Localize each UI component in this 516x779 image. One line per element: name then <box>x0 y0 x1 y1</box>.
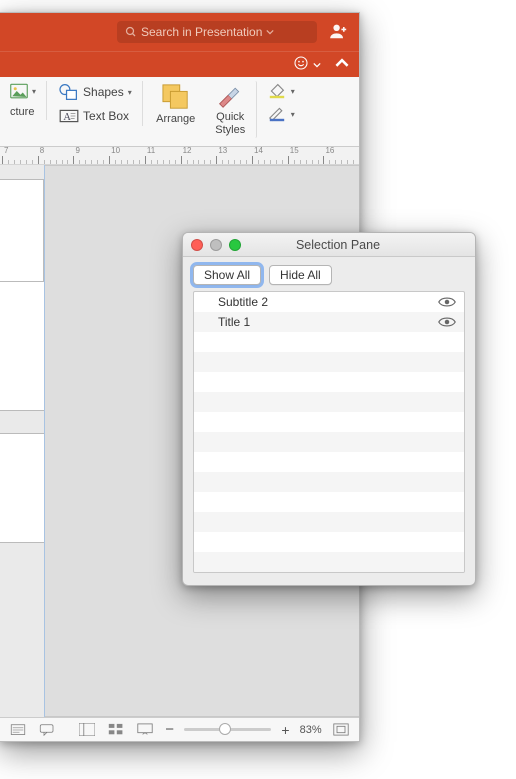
textbox-label: Text Box <box>83 109 129 123</box>
shape-outline-button[interactable]: ▾ <box>263 104 299 124</box>
sorter-view-button[interactable] <box>106 722 125 738</box>
list-item[interactable]: Subtitle 2 <box>194 292 464 312</box>
panel-title: Selection Pane <box>249 238 467 252</box>
list-item-empty <box>194 412 464 432</box>
ribbon-group-shapes: Shapes ▾ A Text Box <box>55 81 143 126</box>
visibility-toggle[interactable] <box>438 316 456 328</box>
chevron-down-icon: ▾ <box>32 87 36 96</box>
shapes-icon <box>59 83 79 101</box>
chevron-down-icon: ▾ <box>128 88 132 97</box>
chevron-down-icon: ▾ <box>291 87 295 96</box>
chevron-down-icon: ▾ <box>291 110 295 119</box>
quick-styles-button[interactable]: Quick Styles <box>207 81 257 138</box>
panel-toolbar: Show All Hide All <box>183 257 475 291</box>
list-item-empty <box>194 452 464 472</box>
picture-label: cture <box>10 106 34 118</box>
ribbon-group-format: ▾ ▾ <box>263 81 299 124</box>
list-item-empty <box>194 372 464 392</box>
shape-fill-button[interactable]: ▾ <box>263 81 299 101</box>
selection-pane-window: Selection Pane Show All Hide All Subtitl… <box>182 232 476 586</box>
normal-view-icon <box>79 723 95 736</box>
list-item-empty <box>194 492 464 512</box>
close-icon[interactable] <box>191 239 203 251</box>
zoom-out-button[interactable]: − <box>165 721 174 738</box>
normal-view-button[interactable] <box>77 722 96 738</box>
eye-icon <box>438 296 456 308</box>
add-user-icon[interactable] <box>329 23 349 42</box>
list-item[interactable]: Title 1 <box>194 312 464 332</box>
list-item-empty <box>194 432 464 452</box>
zoom-level-label[interactable]: 83% <box>300 724 322 736</box>
slide-thumbnail[interactable] <box>0 179 44 291</box>
chevron-down-icon <box>266 28 274 36</box>
ribbon-group-insert: ▾ cture <box>6 81 47 120</box>
list-item-empty <box>194 532 464 552</box>
pen-icon <box>267 106 287 122</box>
comments-icon <box>39 724 55 736</box>
selection-list: Subtitle 2 Title 1 <box>193 291 465 573</box>
arrange-button[interactable]: Arrange <box>151 81 201 128</box>
list-item-empty <box>194 392 464 412</box>
collapse-ribbon-icon[interactable] <box>335 56 349 73</box>
notes-icon <box>10 724 26 736</box>
picture-label-row[interactable]: cture <box>6 104 40 120</box>
shapes-label: Shapes <box>83 85 124 99</box>
list-item-empty <box>194 352 464 372</box>
quick-styles-icon <box>216 83 244 109</box>
textbox-icon: A <box>59 108 79 124</box>
bucket-icon <box>267 83 287 99</box>
list-item-empty <box>194 552 464 572</box>
zoom-slider-thumb[interactable] <box>219 723 231 735</box>
search-placeholder: Search in Presentation <box>141 25 262 39</box>
window-titlebar: Search in Presentation <box>0 13 359 51</box>
ribbon: ▾ cture Shapes ▾ A Text Box Arrange Quic… <box>0 77 359 147</box>
shapes-button[interactable]: Shapes ▾ <box>55 81 136 103</box>
svg-text:A: A <box>63 112 71 123</box>
search-input[interactable]: Search in Presentation <box>117 21 317 43</box>
list-item-label: Title 1 <box>218 315 430 329</box>
list-item-empty <box>194 332 464 352</box>
minimize-icon <box>210 239 222 251</box>
picture-dropdown[interactable]: ▾ <box>6 81 40 101</box>
emoji-icon[interactable] <box>293 55 321 74</box>
presenter-icon <box>137 723 153 736</box>
grid-icon <box>108 723 124 736</box>
eye-icon <box>438 316 456 328</box>
list-item-empty <box>194 472 464 492</box>
statusbar: − + 83% <box>0 717 359 741</box>
list-item-empty <box>194 512 464 532</box>
horizontal-ruler: 78910111213141516 <box>0 147 359 165</box>
zoom-icon[interactable] <box>229 239 241 251</box>
fit-window-button[interactable] <box>332 722 351 738</box>
window-subtitlebar <box>0 51 359 77</box>
zoom-slider[interactable] <box>184 728 271 731</box>
search-icon <box>125 26 137 38</box>
arrange-icon <box>161 83 191 111</box>
zoom-in-button[interactable]: + <box>281 722 289 738</box>
show-all-button[interactable]: Show All <box>193 265 261 285</box>
arrange-label: Arrange <box>156 113 195 126</box>
visibility-toggle[interactable] <box>438 296 456 308</box>
quick-styles-label: Quick Styles <box>215 111 245 136</box>
hide-all-button[interactable]: Hide All <box>269 265 332 285</box>
textbox-button[interactable]: A Text Box <box>55 106 136 126</box>
window-controls <box>191 239 241 251</box>
picture-icon <box>10 83 28 99</box>
fit-icon <box>333 723 349 736</box>
vertical-guide-overlay <box>44 165 45 717</box>
comments-button[interactable] <box>37 722 56 738</box>
panel-titlebar[interactable]: Selection Pane <box>183 233 475 257</box>
list-item-label: Subtitle 2 <box>218 295 430 309</box>
notes-button[interactable] <box>8 722 27 738</box>
slideshow-button[interactable] <box>136 722 155 738</box>
